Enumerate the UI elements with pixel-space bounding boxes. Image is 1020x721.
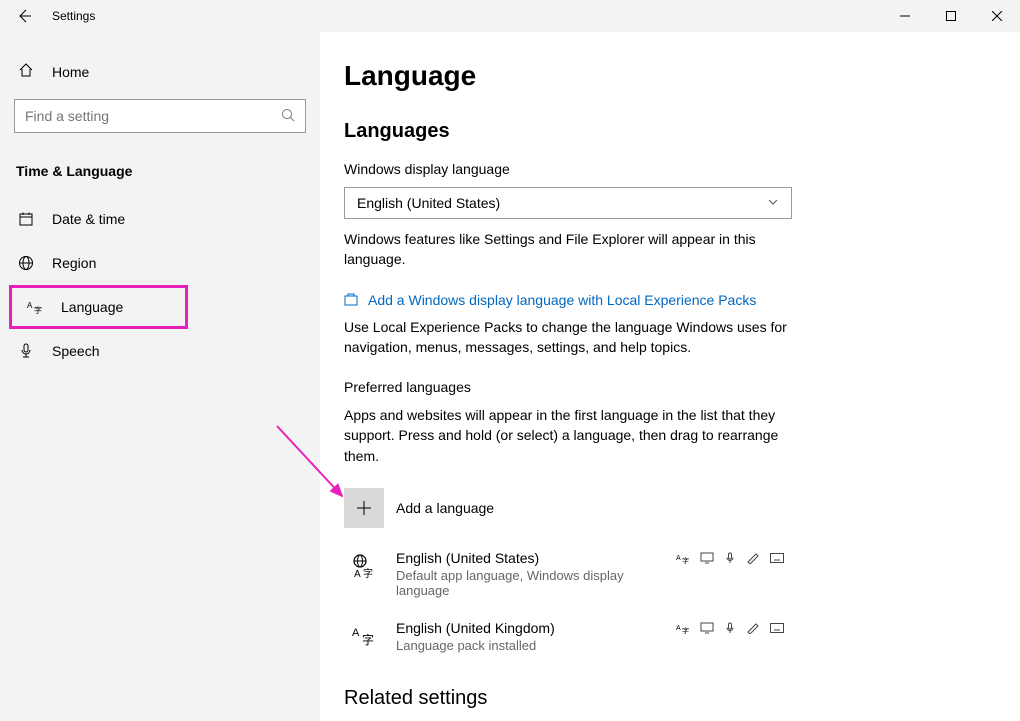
svg-text:A: A (676, 625, 681, 632)
preferred-languages-label: Preferred languages (344, 379, 986, 395)
speech-icon (724, 552, 736, 567)
home-label: Home (52, 64, 89, 80)
language-name: English (United Kingdom) (396, 620, 664, 636)
lep-description: Use Local Experience Packs to change the… (344, 317, 794, 358)
language-feature-badges: A字 (676, 550, 784, 567)
sidebar-item-region[interactable]: Region (0, 241, 320, 285)
titlebar: Settings (0, 0, 1020, 32)
svg-text:字: 字 (362, 632, 374, 647)
add-display-language-link[interactable]: Add a Windows display language with Loca… (368, 292, 756, 308)
sidebar-item-date-time[interactable]: Date & time (0, 197, 320, 241)
display-language-value: English (United States) (357, 195, 500, 211)
section-heading-languages: Languages (344, 120, 986, 143)
display-language-description: Windows features like Settings and File … (344, 229, 794, 270)
sidebar-item-label: Speech (52, 343, 99, 359)
language-item[interactable]: A 字 English (United States) Default app … (344, 542, 784, 612)
keyboard-icon (770, 622, 784, 637)
language-char-icon: A 字 (344, 620, 384, 650)
search-input[interactable] (25, 108, 281, 124)
svg-text:A: A (354, 569, 361, 580)
sidebar-item-language[interactable]: A字 Language (9, 285, 188, 329)
sidebar-item-label: Language (61, 299, 123, 315)
sidebar: Home Time & Language Date & time Region … (0, 32, 320, 721)
close-button[interactable] (974, 0, 1020, 32)
language-item[interactable]: A 字 English (United Kingdom) Language pa… (344, 612, 784, 667)
keyboard-icon (770, 552, 784, 567)
svg-text:A: A (27, 301, 33, 310)
add-language-button[interactable]: Add a language (344, 488, 986, 528)
language-subtitle: Default app language, Windows display la… (396, 568, 664, 598)
display-language-select[interactable]: English (United States) (344, 187, 792, 219)
add-language-label: Add a language (396, 500, 494, 516)
language-icon: A字 (27, 299, 43, 315)
page-title: Language (344, 60, 986, 92)
category-heading: Time & Language (0, 153, 320, 197)
display-language-label: Windows display language (344, 161, 986, 177)
search-box[interactable] (14, 99, 306, 133)
speech-icon (724, 622, 736, 637)
svg-text:A: A (352, 627, 360, 639)
window-title: Settings (48, 9, 95, 23)
minimize-button[interactable] (882, 0, 928, 32)
store-icon (344, 292, 358, 309)
language-globe-icon: A 字 (344, 550, 384, 580)
svg-text:字: 字 (34, 305, 42, 315)
svg-text:A: A (676, 555, 681, 562)
sidebar-item-label: Region (52, 255, 96, 271)
text-to-speech-icon: A字 (676, 552, 690, 567)
sidebar-item-speech[interactable]: Speech (0, 329, 320, 373)
globe-icon (18, 255, 34, 271)
calendar-icon (18, 211, 34, 227)
home-nav[interactable]: Home (0, 52, 320, 91)
display-icon (700, 622, 714, 637)
microphone-icon (18, 343, 34, 359)
main-content: Language Languages Windows display langu… (320, 32, 1020, 721)
plus-icon (344, 488, 384, 528)
handwriting-icon (746, 552, 760, 567)
maximize-button[interactable] (928, 0, 974, 32)
language-name: English (United States) (396, 550, 664, 566)
chevron-down-icon (767, 196, 779, 211)
language-feature-badges: A字 (676, 620, 784, 637)
back-button[interactable] (0, 8, 48, 24)
sidebar-item-label: Date & time (52, 211, 125, 227)
svg-text:字: 字 (682, 556, 689, 564)
handwriting-icon (746, 622, 760, 637)
home-icon (18, 62, 34, 81)
svg-text:字: 字 (363, 567, 373, 580)
text-to-speech-icon: A字 (676, 622, 690, 637)
related-settings-heading: Related settings (344, 687, 986, 710)
display-icon (700, 552, 714, 567)
search-icon (281, 108, 295, 125)
svg-text:字: 字 (682, 626, 689, 634)
preferred-languages-description: Apps and websites will appear in the fir… (344, 405, 794, 466)
language-subtitle: Language pack installed (396, 638, 664, 653)
